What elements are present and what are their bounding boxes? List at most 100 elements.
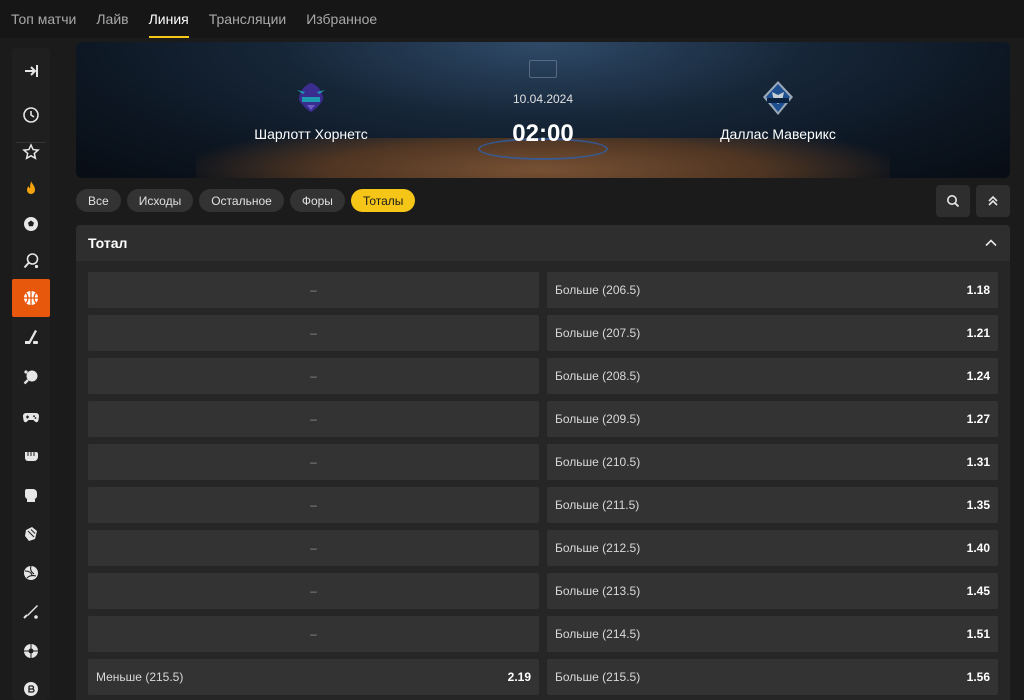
under-empty-cell: – (88, 530, 539, 566)
sidebar-collapse-button[interactable] (12, 52, 50, 90)
mma-glove-icon (25, 527, 37, 541)
over-odds-button[interactable]: Больше (207.5) 1.21 (547, 315, 998, 351)
gamepad-icon (22, 412, 40, 423)
filter-outcomes[interactable]: Исходы (126, 189, 194, 212)
under-empty-cell: – (88, 573, 539, 609)
outcome-label: Меньше (215.5) (96, 670, 184, 684)
over-odds-button[interactable]: Больше (206.5) 1.18 (547, 272, 998, 308)
table-row: – Больше (209.5) 1.27 (88, 401, 998, 437)
odds-value: 1.40 (966, 541, 990, 555)
mavericks-logo-icon (763, 81, 793, 115)
filter-all[interactable]: Все (76, 189, 121, 212)
over-odds-button[interactable]: Больше (215.5) 1.56 (547, 659, 998, 695)
table-row: – Больше (207.5) 1.21 (88, 315, 998, 351)
sidebar-item-esports[interactable] (12, 398, 50, 436)
outcome-label: Больше (212.5) (555, 541, 641, 555)
hoop-backboard (529, 60, 557, 78)
over-odds-button[interactable]: Больше (213.5) 1.45 (547, 573, 998, 609)
fire-icon (27, 181, 35, 194)
market-total: Тотал – Больше (206.5) 1.18 – Больше (207… (76, 225, 1010, 700)
sidebar-item-fighting[interactable] (12, 436, 50, 474)
away-team-logo (758, 78, 798, 118)
sidebar-item-baseball[interactable] (12, 593, 50, 631)
filter-other[interactable]: Остальное (199, 189, 284, 212)
boxing-glove-icon (25, 489, 37, 502)
tennis-icon (23, 253, 39, 269)
market-header[interactable]: Тотал (76, 225, 1010, 261)
table-tennis-icon (23, 370, 38, 385)
odds-value: 1.56 (966, 670, 990, 684)
outcome-label: Больше (206.5) (555, 283, 641, 297)
sidebar-item-tennis[interactable] (12, 242, 50, 280)
away-team-name: Даллас Маверикс (720, 126, 836, 142)
sidebar-item-favorites[interactable] (12, 133, 50, 171)
tab-broadcasts[interactable]: Трансляции (199, 0, 296, 38)
under-empty-cell: – (88, 272, 539, 308)
odds-value: 1.35 (966, 498, 990, 512)
over-odds-button[interactable]: Больше (209.5) 1.27 (547, 401, 998, 437)
odds-value: 1.27 (966, 412, 990, 426)
under-empty-cell: – (88, 444, 539, 480)
odds-value: 1.18 (966, 283, 990, 297)
table-row: – Больше (208.5) 1.24 (88, 358, 998, 394)
table-row: – Больше (206.5) 1.18 (88, 272, 998, 308)
tab-top-matches[interactable]: Топ матчи (0, 0, 86, 38)
collapse-all-button[interactable] (976, 185, 1010, 217)
outcome-label: Больше (209.5) (555, 412, 641, 426)
under-empty-cell: – (88, 401, 539, 437)
sidebar-item-volleyball[interactable] (12, 554, 50, 592)
sidebar-item-recent[interactable] (12, 96, 50, 134)
star-icon (22, 143, 40, 160)
sidebar-item-hockey[interactable] (12, 318, 50, 356)
under-empty-cell: – (88, 616, 539, 652)
tab-live[interactable]: Лайв (86, 0, 138, 38)
sidebar-item-basketball[interactable] (12, 279, 50, 317)
market-filters: Все Исходы Остальное Форы Тоталы (76, 189, 416, 212)
over-odds-button[interactable]: Больше (214.5) 1.51 (547, 616, 998, 652)
over-odds-button[interactable]: Больше (210.5) 1.31 (547, 444, 998, 480)
sidebar-item-hot[interactable] (12, 170, 50, 208)
chevron-up-icon (985, 239, 997, 247)
tab-favorites[interactable]: Избранное (296, 0, 387, 38)
sidebar-item-soccer[interactable] (12, 205, 50, 243)
sidebar-item-mma[interactable] (12, 515, 50, 553)
outcome-label: Больше (214.5) (555, 627, 641, 641)
search-button[interactable] (936, 185, 970, 217)
filter-handicaps[interactable]: Форы (289, 189, 345, 212)
table-row: – Больше (211.5) 1.35 (88, 487, 998, 523)
table-row: Меньше (215.5) 2.19 Больше (215.5) 1.56 (88, 659, 998, 695)
under-odds-button[interactable]: Меньше (215.5) 2.19 (88, 659, 539, 695)
volleyball-icon (24, 565, 38, 580)
table-row: – Больше (214.5) 1.51 (88, 616, 998, 652)
coin-icon (24, 682, 38, 696)
sidebar-item-table-tennis[interactable] (12, 358, 50, 396)
sidebar-item-handball[interactable] (12, 632, 50, 670)
filter-totals[interactable]: Тоталы (350, 189, 416, 212)
tab-line[interactable]: Линия (139, 0, 199, 38)
table-row: – Больше (210.5) 1.31 (88, 444, 998, 480)
odds-value: 1.31 (966, 455, 990, 469)
outcome-label: Больше (207.5) (555, 326, 641, 340)
soccer-icon (24, 217, 38, 231)
outcome-label: Больше (208.5) (555, 369, 641, 383)
market-title: Тотал (88, 235, 128, 251)
outcome-label: Больше (211.5) (555, 498, 640, 512)
over-odds-button[interactable]: Больше (212.5) 1.40 (547, 530, 998, 566)
odds-value: 1.45 (966, 584, 990, 598)
fist-icon (25, 452, 38, 461)
outcome-label: Больше (215.5) (555, 670, 641, 684)
sidebar-item-boxing[interactable] (12, 476, 50, 514)
over-odds-button[interactable]: Больше (211.5) 1.35 (547, 487, 998, 523)
clock-icon (23, 107, 39, 123)
odds-value: 2.19 (507, 670, 531, 684)
handball-icon (24, 644, 38, 658)
away-team: Даллас Маверикс (658, 78, 898, 142)
odds-value: 1.21 (966, 326, 990, 340)
sidebar-item-other[interactable] (12, 670, 50, 700)
search-icon (947, 195, 960, 208)
under-empty-cell: – (88, 315, 539, 351)
over-odds-button[interactable]: Больше (208.5) 1.24 (547, 358, 998, 394)
outcome-label: Больше (213.5) (555, 584, 641, 598)
collapse-icon (25, 65, 38, 77)
baseball-icon (23, 605, 38, 619)
